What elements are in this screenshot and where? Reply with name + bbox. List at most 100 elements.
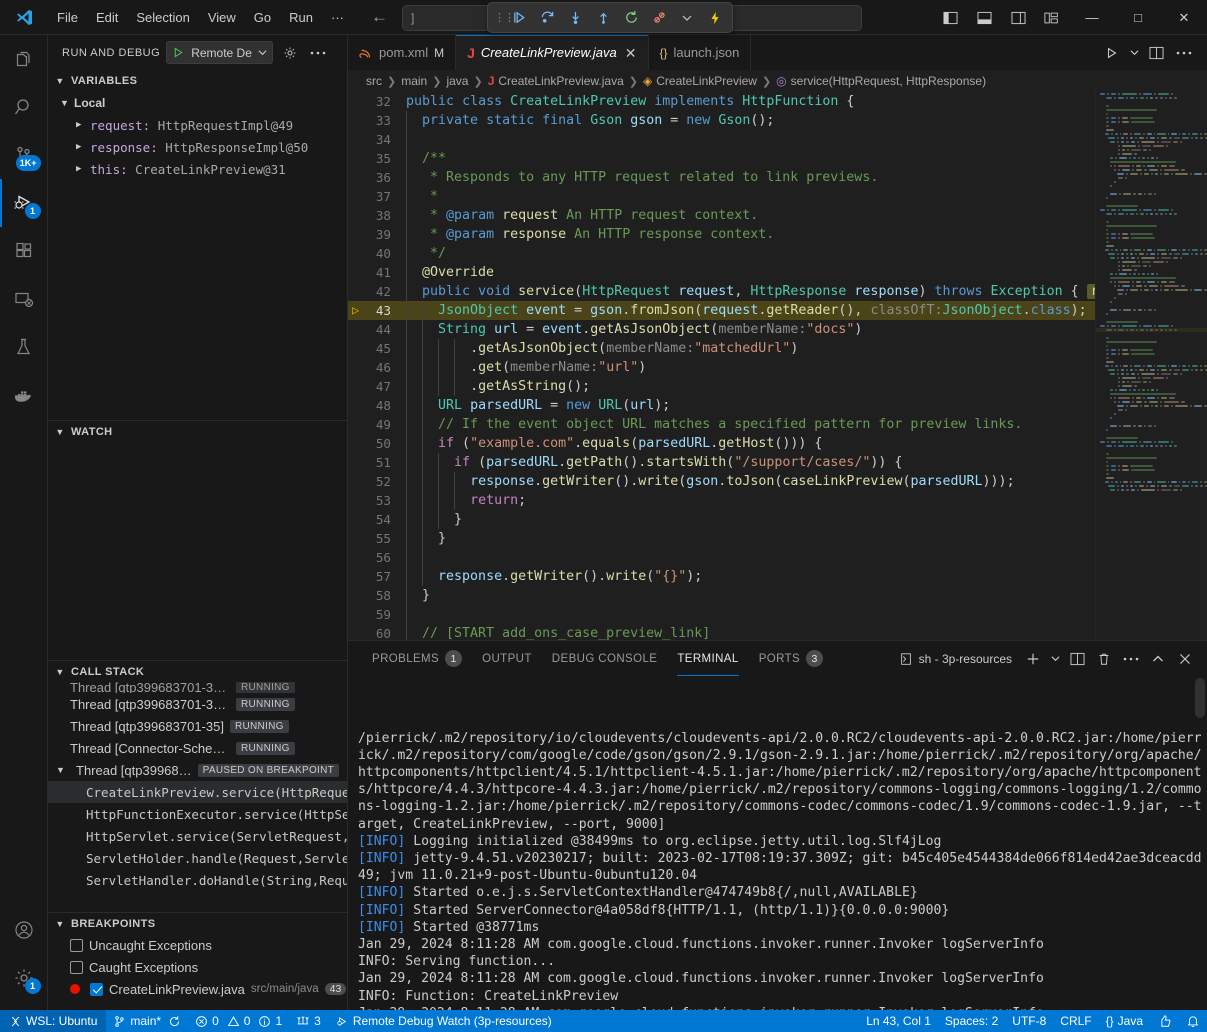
- breadcrumb-class[interactable]: CreateLinkPreview: [656, 74, 757, 88]
- step-out-button[interactable]: [590, 5, 616, 30]
- activity-docker[interactable]: [0, 371, 48, 419]
- status-branch[interactable]: main*: [106, 1010, 188, 1032]
- tab-launch-json[interactable]: {} launch.json: [649, 35, 752, 70]
- restart-button[interactable]: [618, 5, 644, 30]
- breadcrumb-java[interactable]: java: [446, 74, 468, 88]
- code-line[interactable]: 52 response.getWriter().write(gson.toJso…: [348, 472, 1095, 491]
- activity-manage[interactable]: 1: [0, 954, 48, 1002]
- status-feedback[interactable]: [1150, 1010, 1179, 1032]
- callstack-header[interactable]: ▼ Call Stack: [48, 660, 347, 682]
- code-line[interactable]: 45 .getAsJsonObject(memberName:"matchedU…: [348, 339, 1095, 358]
- split-editor-button[interactable]: [1143, 40, 1169, 66]
- menu-view[interactable]: View: [199, 7, 245, 28]
- tab-problems[interactable]: Problems 1: [362, 641, 472, 676]
- code-line[interactable]: 41 @Override: [348, 263, 1095, 282]
- minimap[interactable]: [1095, 92, 1207, 640]
- code-line[interactable]: ▷43 JsonObject event = gson.fromJson(req…: [348, 301, 1095, 320]
- code-line[interactable]: 34: [348, 130, 1095, 149]
- hot-reload-button[interactable]: [702, 5, 728, 30]
- breadcrumb-main[interactable]: main: [401, 74, 427, 88]
- breadcrumb-method[interactable]: service(HttpRequest, HttpResponse): [791, 74, 986, 88]
- checkbox[interactable]: [90, 983, 103, 996]
- code-line[interactable]: 33 private static final Gson gson = new …: [348, 111, 1095, 130]
- toggle-secondary-sidebar[interactable]: [1001, 0, 1035, 35]
- tab-debug-console[interactable]: Debug Console: [542, 641, 668, 676]
- callstack-thread[interactable]: Thread [qtp399683701-35] RUNNING: [48, 715, 347, 737]
- callstack-frame[interactable]: HttpFunctionExecutor.service(HttpSer: [48, 803, 347, 825]
- open-launch-json-button[interactable]: [279, 42, 301, 64]
- customize-layout[interactable]: [1035, 0, 1069, 35]
- code-line[interactable]: 47 .getAsString();: [348, 377, 1095, 396]
- callstack-thread[interactable]: Thread [qtp399683701-34-acce… RUNNING: [48, 693, 347, 715]
- arrow-left-icon[interactable]: ←: [371, 7, 388, 27]
- variable-row[interactable]: ▶ this: CreateLinkPreview@31: [48, 158, 347, 180]
- variables-header[interactable]: ▼ Variables: [48, 70, 347, 92]
- debug-toolbar-grip[interactable]: ⋮⋮: [492, 15, 504, 21]
- breadcrumb-file[interactable]: CreateLinkPreview.java: [498, 74, 623, 88]
- maximize-panel-button[interactable]: [1146, 647, 1170, 671]
- status-indentation[interactable]: Spaces: 2: [938, 1010, 1005, 1032]
- code-line[interactable]: 46 .get(memberName:"url"): [348, 358, 1095, 377]
- sidebar-more-button[interactable]: [307, 42, 329, 64]
- new-terminal-button[interactable]: [1021, 647, 1045, 671]
- code-line[interactable]: 39 * @param response An HTTP response co…: [348, 225, 1095, 244]
- code-line[interactable]: 59: [348, 605, 1095, 624]
- code-line[interactable]: 57 response.getWriter().write("{}");: [348, 567, 1095, 586]
- breakpoints-header[interactable]: ▼ Breakpoints: [48, 912, 347, 934]
- activity-remote-explorer[interactable]: [0, 275, 48, 323]
- tab-createlinkpreview-java[interactable]: J CreateLinkPreview.java ✕: [456, 35, 648, 70]
- code-line[interactable]: 54 }: [348, 510, 1095, 529]
- chevron-right-icon[interactable]: ▶: [76, 120, 90, 130]
- callstack-thread-paused[interactable]: ▼ Thread [qtp39968… PAUSED ON BREAKPOINT: [48, 759, 347, 781]
- callstack-frame[interactable]: ServletHolder.handle(Request,Servlet: [48, 847, 347, 869]
- status-language-mode[interactable]: {} Java: [1099, 1010, 1150, 1032]
- run-java-button[interactable]: [1099, 40, 1125, 66]
- minimize-button[interactable]: —: [1069, 0, 1115, 35]
- close-panel-button[interactable]: [1173, 647, 1197, 671]
- callstack-frame[interactable]: ServletHandler.doHandle(String,Reque: [48, 869, 347, 891]
- activity-run-and-debug[interactable]: 1: [0, 179, 48, 227]
- chevron-right-icon[interactable]: ▶: [76, 164, 90, 174]
- menu-selection[interactable]: Selection: [127, 7, 198, 28]
- code-line[interactable]: 58 }: [348, 586, 1095, 605]
- split-terminal-button[interactable]: [1065, 647, 1089, 671]
- toggle-primary-sidebar[interactable]: [933, 0, 967, 35]
- menu-edit[interactable]: Edit: [87, 7, 127, 28]
- code-line[interactable]: 40 */: [348, 244, 1095, 263]
- step-into-button[interactable]: [562, 5, 588, 30]
- menu-go[interactable]: Go: [245, 7, 280, 28]
- watch-header[interactable]: ▼ Watch: [48, 420, 347, 442]
- tab-ports[interactable]: Ports 3: [749, 641, 833, 676]
- code-line[interactable]: 49 // If the event object URL matches a …: [348, 415, 1095, 434]
- status-ports[interactable]: 3: [289, 1010, 328, 1032]
- terminal-output[interactable]: /pierrick/.m2/repository/io/cloudevents/…: [348, 676, 1207, 1010]
- callstack-frame[interactable]: CreateLinkPreview.service(HttpReques: [48, 781, 347, 803]
- step-over-button[interactable]: [534, 5, 560, 30]
- panel-more-button[interactable]: [1119, 647, 1143, 671]
- activity-search[interactable]: [0, 83, 48, 131]
- activity-testing[interactable]: [0, 323, 48, 371]
- terminal-scrollbar[interactable]: [1195, 678, 1205, 718]
- status-remote-host[interactable]: WSL: Ubuntu: [0, 1010, 106, 1032]
- code-line[interactable]: 48 URL parsedURL = new URL(url);: [348, 396, 1095, 415]
- code-line[interactable]: 55 }: [348, 529, 1095, 548]
- breakpoint-file[interactable]: CreateLinkPreview.java src/main/java 43: [48, 978, 347, 1000]
- run-dropdown-button[interactable]: [1127, 40, 1141, 66]
- tab-output[interactable]: Output: [472, 641, 542, 676]
- status-cursor-position[interactable]: Ln 43, Col 1: [859, 1010, 938, 1032]
- variable-row[interactable]: ▶ request: HttpRequestImpl@49: [48, 114, 347, 136]
- code-line[interactable]: 50 if ("example.com".equals(parsedURL.ge…: [348, 434, 1095, 453]
- breakpoint-uncaught-exceptions[interactable]: Uncaught Exceptions: [48, 934, 347, 956]
- code-scroll-area[interactable]: 32public class CreateLinkPreview impleme…: [348, 92, 1095, 640]
- menu-overflow[interactable]: ···: [322, 7, 353, 28]
- terminal-selector[interactable]: sh - 3p-resources: [893, 652, 1018, 666]
- maximize-button[interactable]: □: [1115, 0, 1161, 35]
- callstack-frame[interactable]: HttpServlet.service(ServletRequest,S: [48, 825, 347, 847]
- checkbox[interactable]: [70, 939, 83, 952]
- code-line[interactable]: 53 return;: [348, 491, 1095, 510]
- activity-extensions[interactable]: [0, 227, 48, 275]
- code-line[interactable]: 42 public void service(HttpRequest reque…: [348, 282, 1095, 301]
- close-button[interactable]: ✕: [1161, 0, 1207, 35]
- code-line[interactable]: 60 // [START add_ons_case_preview_link]: [348, 624, 1095, 640]
- status-notifications[interactable]: [1179, 1010, 1207, 1032]
